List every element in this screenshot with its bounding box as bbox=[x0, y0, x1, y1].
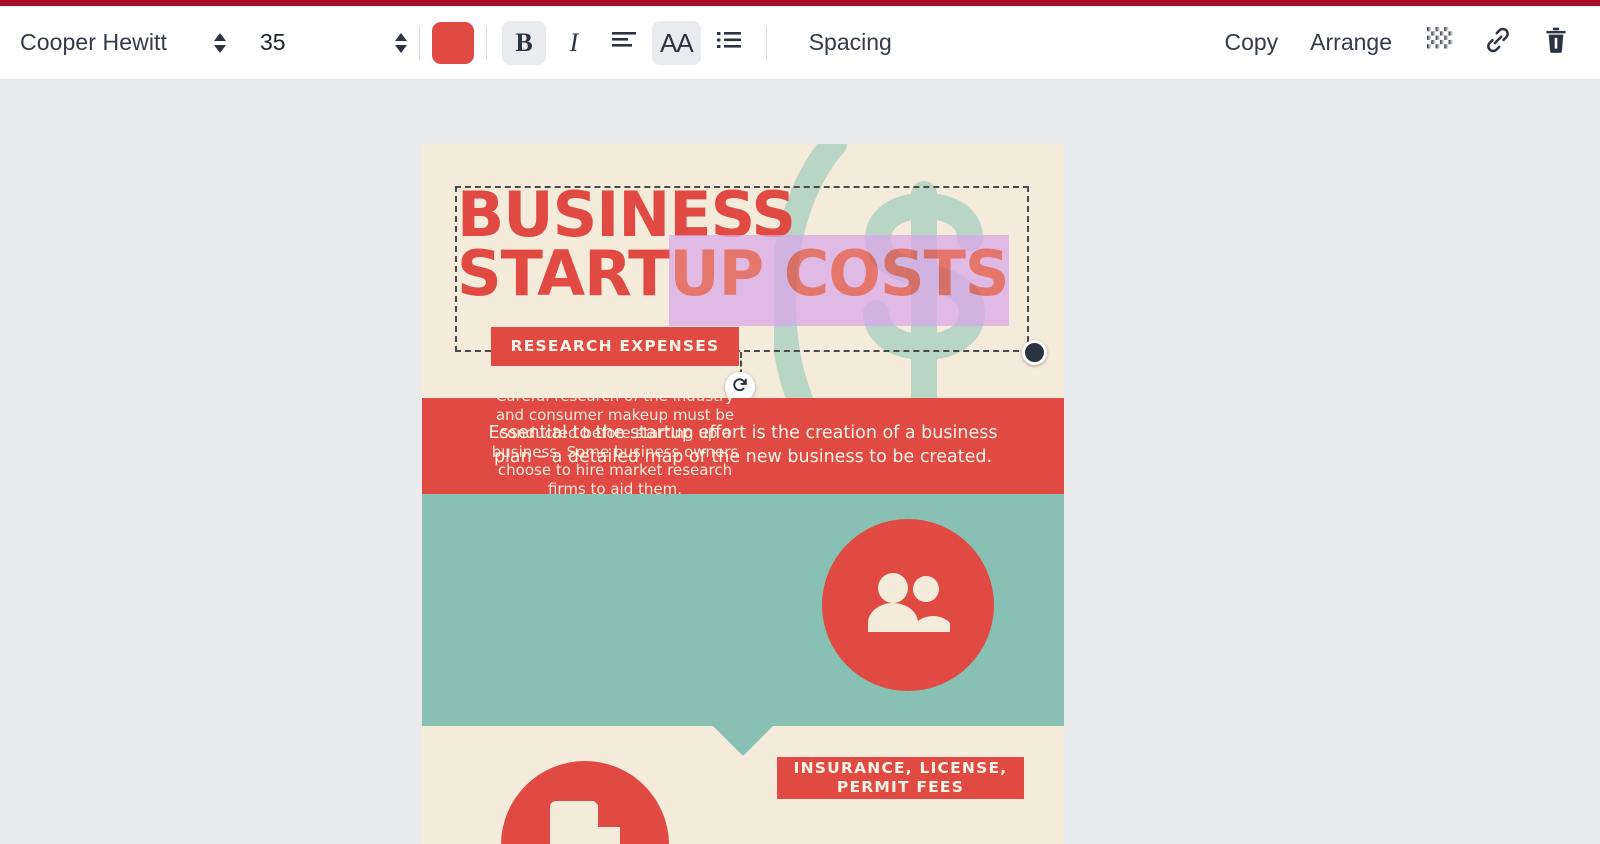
trash-icon bbox=[1543, 26, 1569, 59]
design-canvas[interactable]: BUSINESS STARTUP COSTS Essential to the … bbox=[422, 144, 1064, 844]
font-size-value: 35 bbox=[232, 29, 286, 56]
text-format-toolbar: Cooper Hewitt 35 B I bbox=[0, 6, 1600, 80]
title-line-2-plain: START bbox=[457, 237, 669, 310]
bold-button[interactable]: B bbox=[502, 21, 546, 65]
font-family-value: Cooper Hewitt bbox=[20, 29, 167, 56]
toolbar-divider bbox=[766, 26, 767, 60]
text-case-label: AA bbox=[660, 30, 693, 56]
align-left-button[interactable] bbox=[602, 21, 646, 65]
spacing-button[interactable]: Spacing bbox=[793, 20, 908, 66]
people-icon bbox=[862, 568, 954, 643]
resize-handle-bottom-right[interactable] bbox=[1022, 340, 1047, 365]
align-left-icon bbox=[611, 30, 637, 55]
editor-workspace[interactable]: BUSINESS STARTUP COSTS Essential to the … bbox=[0, 81, 1600, 835]
font-size-stepper-icon[interactable] bbox=[395, 33, 407, 53]
research-expenses-body[interactable]: Careful research of the industry and con… bbox=[487, 387, 743, 499]
section-arrow-notch bbox=[713, 726, 773, 756]
title-line-2-selected-text[interactable]: UP COSTS bbox=[669, 235, 1008, 326]
people-icon-badge[interactable] bbox=[822, 519, 994, 691]
toolbar-divider bbox=[419, 26, 420, 60]
bulleted-list-button[interactable] bbox=[707, 21, 751, 65]
research-expenses-label[interactable]: RESEARCH EXPENSES bbox=[491, 327, 739, 366]
arrange-button[interactable]: Arrange bbox=[1294, 20, 1408, 66]
font-family-select[interactable]: Cooper Hewitt bbox=[14, 20, 232, 66]
bulleted-list-icon bbox=[716, 30, 742, 55]
insurance-license-label[interactable]: INSURANCE, LICENSE, PERMIT FEES bbox=[777, 757, 1024, 799]
hero-title[interactable]: BUSINESS STARTUP COSTS bbox=[457, 186, 1037, 304]
link-icon bbox=[1483, 25, 1513, 60]
toolbar-divider bbox=[486, 26, 487, 60]
text-color-swatch[interactable] bbox=[432, 22, 474, 64]
italic-label: I bbox=[570, 30, 579, 56]
checkerboard-transparency-icon bbox=[1427, 27, 1453, 58]
toolbar-right-group: Copy Arrange bbox=[1208, 20, 1600, 66]
italic-button[interactable]: I bbox=[552, 21, 596, 65]
link-button[interactable] bbox=[1472, 20, 1524, 66]
font-size-select[interactable]: 35 bbox=[232, 20, 407, 66]
title-line-2: STARTUP COSTS bbox=[457, 245, 1037, 304]
copy-button[interactable]: Copy bbox=[1208, 20, 1294, 66]
document-icon bbox=[542, 797, 628, 844]
delete-button[interactable] bbox=[1530, 20, 1582, 66]
text-case-button[interactable]: AA bbox=[652, 21, 701, 65]
font-family-stepper-icon[interactable] bbox=[214, 33, 226, 53]
bold-label: B bbox=[515, 30, 532, 56]
document-icon-badge[interactable] bbox=[501, 761, 669, 844]
toolbar-left-group: Cooper Hewitt 35 B I bbox=[0, 20, 908, 66]
transparency-button[interactable] bbox=[1414, 20, 1466, 66]
